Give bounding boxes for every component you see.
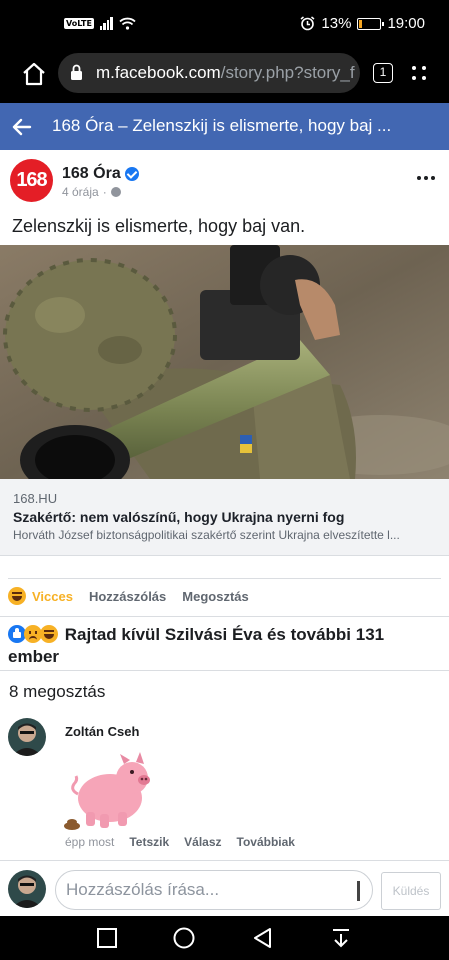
home-nav-icon[interactable] xyxy=(172,926,196,950)
comment-meta: épp most Tetszik Válasz Továbbiak xyxy=(65,835,295,849)
divider xyxy=(0,616,449,617)
shares-count[interactable]: 8 megosztás xyxy=(9,682,105,702)
comment-like-button[interactable]: Tetszik xyxy=(129,835,169,849)
page-name[interactable]: 168 Óra xyxy=(62,165,139,183)
back-nav-icon[interactable] xyxy=(251,926,275,950)
comment-author[interactable]: Zoltán Cseh xyxy=(65,724,139,739)
recents-icon[interactable] xyxy=(95,926,119,950)
separator-dot: · xyxy=(102,185,107,199)
address-bar[interactable]: m.facebook.com/story.php?story_f xyxy=(58,53,360,93)
text-cursor xyxy=(357,881,360,901)
volte-indicator: VoLTE xyxy=(64,18,94,29)
user-avatar xyxy=(8,870,46,908)
link-title: Szakértő: nem valószínű, hogy Ukrajna ny… xyxy=(13,509,345,525)
menu-dots-icon[interactable] xyxy=(412,63,430,83)
comment-reply-button[interactable]: Válasz xyxy=(184,835,221,849)
comment-time: épp most xyxy=(65,835,115,849)
comment-more-button[interactable]: Továbbiak xyxy=(237,835,295,849)
url-path: /story.php?story_f xyxy=(220,63,355,82)
post-photo[interactable] xyxy=(0,245,449,479)
browser-toolbar: m.facebook.com/story.php?story_f 1 xyxy=(0,52,449,102)
post-timestamp[interactable]: 4 órája · xyxy=(62,185,121,199)
reaction-label: Vicces xyxy=(32,588,73,604)
tab-switcher-button[interactable]: 1 xyxy=(373,63,393,83)
divider xyxy=(8,578,441,579)
send-button[interactable]: Küldés xyxy=(381,872,441,910)
action-bar: Vicces Hozzászólás Megosztás xyxy=(8,587,265,605)
page-name-text: 168 Óra xyxy=(62,165,121,182)
clock: 19:00 xyxy=(387,15,425,32)
divider xyxy=(0,670,449,671)
pig-sticker xyxy=(64,752,150,830)
link-domain: 168.HU xyxy=(13,491,58,506)
reactions-summary[interactable]: Rajtad kívül Szilvási Éva és további 131… xyxy=(8,624,438,668)
notification-pull-icon[interactable] xyxy=(329,926,353,950)
verified-badge-icon xyxy=(124,167,139,181)
url-domain: m.facebook.com xyxy=(96,63,221,82)
system-nav-bar xyxy=(0,916,449,960)
comment-label: Hozzászólás xyxy=(88,588,167,604)
comment-input[interactable]: Hozzászólás írása... xyxy=(55,870,373,910)
share-label: Megosztás xyxy=(182,588,249,604)
reactions-text: Rajtad kívül Szilvási Éva és további 131… xyxy=(8,625,385,666)
home-icon[interactable] xyxy=(20,60,48,88)
haha-emoji-icon xyxy=(8,587,26,605)
back-arrow-icon[interactable] xyxy=(10,115,34,139)
commenter-avatar[interactable] xyxy=(8,718,46,756)
link-description: Horváth József biztonságpolitikai szakér… xyxy=(13,528,400,542)
post-text: Zelenszkij is elismerte, hogy baj van. xyxy=(12,216,306,236)
time-ago: 4 órája xyxy=(62,185,99,199)
more-options-icon[interactable] xyxy=(417,176,435,180)
alarm-icon xyxy=(300,16,315,31)
comment-composer: Hozzászólás írása... Küldés xyxy=(0,860,449,916)
page-avatar[interactable]: 168 xyxy=(10,159,53,202)
globe-icon xyxy=(110,187,121,197)
comment-button[interactable]: Hozzászólás xyxy=(89,589,166,604)
page-title: 168 Óra – Zelenszkij is elismerte, hogy … xyxy=(52,116,392,135)
story-content: 168 168 Óra 4 órája · Zelenszkij is elis… xyxy=(0,150,449,860)
haha-emoji-icon xyxy=(40,625,58,643)
battery-percent: 13% xyxy=(321,15,352,32)
status-bar: VoLTE 13% 19:00 xyxy=(0,0,449,52)
reaction-button[interactable]: Vicces xyxy=(8,587,73,605)
share-button[interactable]: Megosztás xyxy=(182,589,248,604)
wifi-icon xyxy=(119,17,136,30)
signal-icon xyxy=(99,17,113,30)
page-header: 168 Óra – Zelenszkij is elismerte, hogy … xyxy=(0,103,449,150)
lock-icon xyxy=(71,64,82,80)
link-preview-card[interactable]: 168.HU Szakértő: nem valószínű, hogy Ukr… xyxy=(0,479,449,556)
battery-icon xyxy=(357,17,385,30)
